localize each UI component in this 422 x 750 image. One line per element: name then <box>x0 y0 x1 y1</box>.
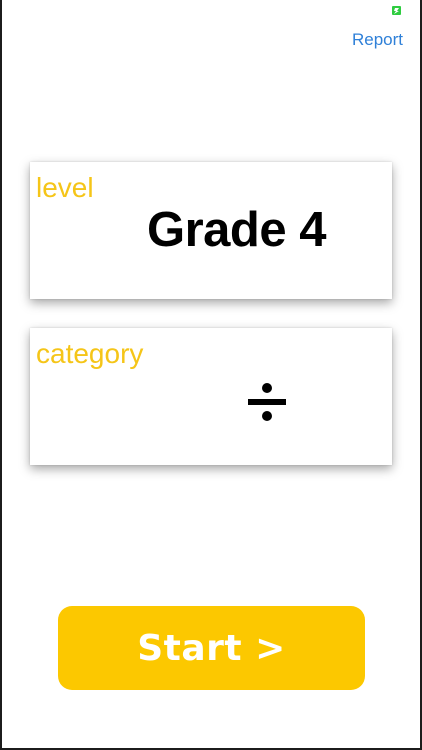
category-card[interactable]: category <box>30 328 392 465</box>
level-label: level <box>36 172 94 203</box>
report-link[interactable]: Report <box>352 30 403 50</box>
battery-icon <box>392 6 401 15</box>
level-card[interactable]: level Grade 4 <box>30 162 392 299</box>
start-button[interactable]: Start > <box>58 606 365 690</box>
start-button-label: Start > <box>137 627 286 669</box>
app-screen: Report level Grade 4 category Start > <box>2 0 420 748</box>
category-label: category <box>36 338 144 369</box>
level-value: Grade 4 <box>147 203 326 257</box>
divide-icon <box>248 383 286 421</box>
